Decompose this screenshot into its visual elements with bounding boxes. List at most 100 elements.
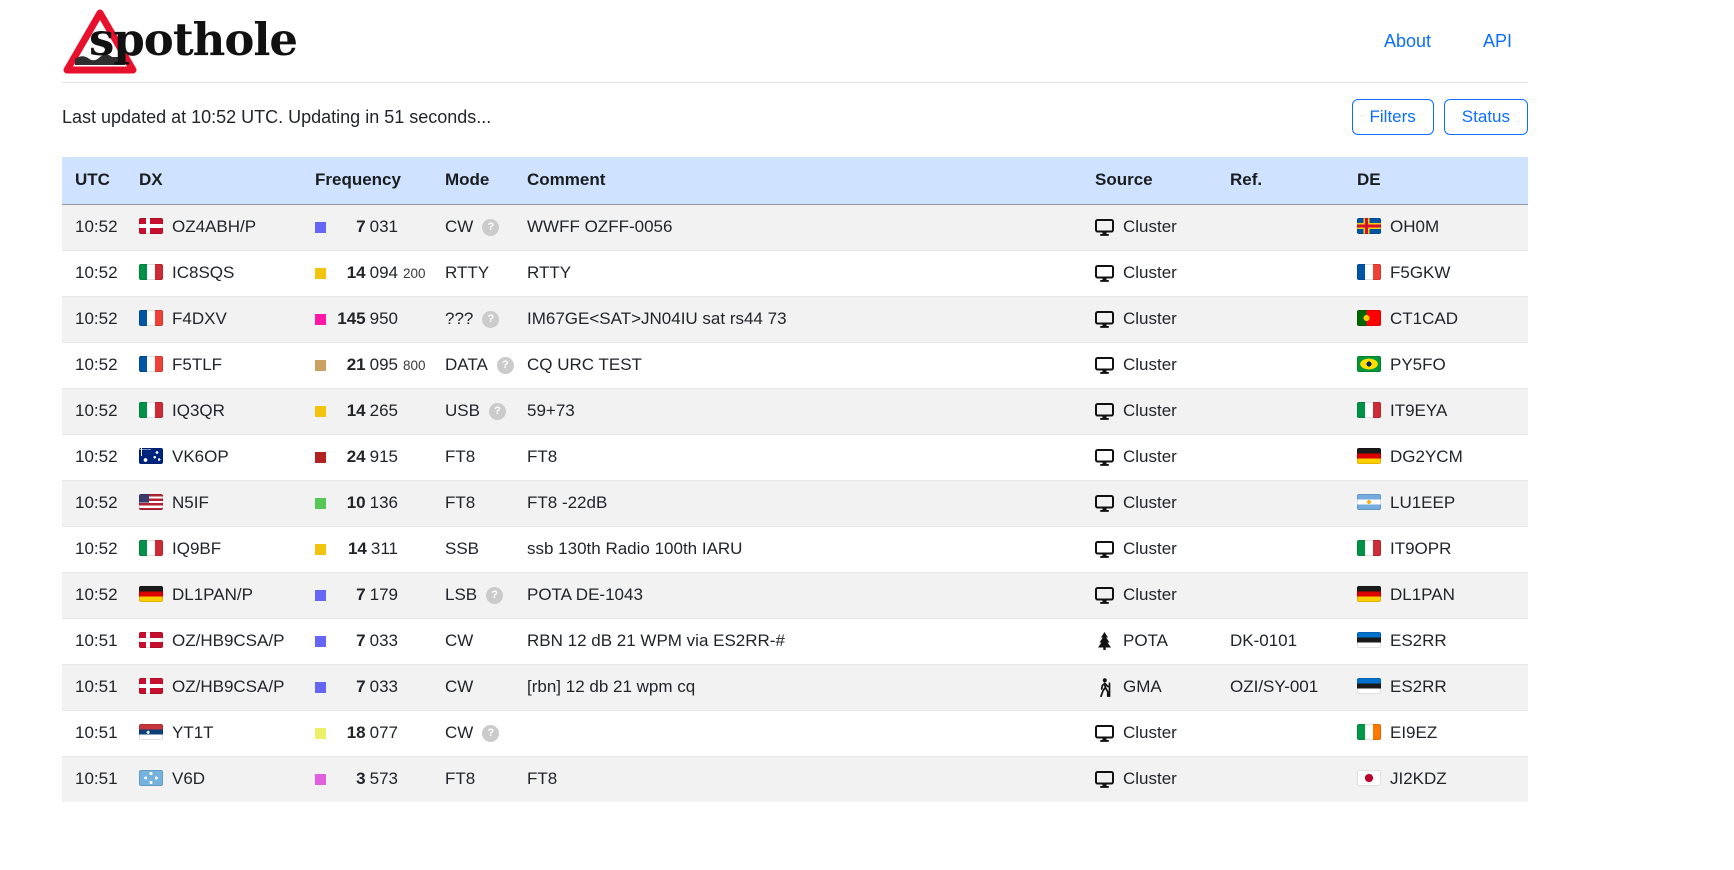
nav-link-api[interactable]: API	[1483, 31, 1512, 52]
de-cell: IT9EYA	[1344, 388, 1528, 434]
comment-cell: RBN 12 dB 21 WPM via ES2RR-#	[514, 618, 1082, 664]
nav-link-about[interactable]: About	[1384, 31, 1431, 52]
frequency-value: 7031	[328, 217, 398, 237]
frequency-value: 18077	[328, 723, 398, 743]
header-source: Source	[1082, 157, 1217, 204]
de-cell: F5GKW	[1344, 250, 1528, 296]
source-label: Cluster	[1123, 217, 1177, 237]
dx-callsign-link[interactable]: N5IF	[172, 493, 209, 512]
comment-cell: POTA DE-1043	[514, 572, 1082, 618]
comment-cell: FT8	[514, 756, 1082, 802]
mode-help-icon[interactable]: ?	[486, 587, 503, 604]
source-cell: Cluster	[1082, 342, 1217, 388]
de-callsign-link[interactable]: JI2KDZ	[1390, 769, 1447, 788]
table-row: 10:52 IQ9BF 14311 SSB ssb 130th Radio 10…	[62, 526, 1528, 572]
fr-flag-icon	[139, 310, 163, 326]
spots-table: UTC DX Frequency Mode Comment Source Ref…	[62, 157, 1528, 802]
filters-button[interactable]: Filters	[1352, 99, 1434, 135]
ref-cell	[1217, 342, 1344, 388]
band-indicator	[315, 498, 326, 509]
spothole-logo[interactable]: spothole	[62, 5, 362, 77]
dx-callsign-link[interactable]: IQ3QR	[172, 401, 225, 420]
dx-callsign-link[interactable]: DL1PAN/P	[172, 585, 253, 604]
de-callsign-link[interactable]: F5GKW	[1390, 263, 1450, 282]
de-cell: ES2RR	[1344, 618, 1528, 664]
mode-help-icon[interactable]: ?	[482, 219, 499, 236]
dx-callsign-link[interactable]: IQ9BF	[172, 539, 221, 558]
dx-callsign-link[interactable]: OZ4ABH/P	[172, 217, 256, 236]
ref-cell	[1217, 388, 1344, 434]
comment-cell: CQ URC TEST	[514, 342, 1082, 388]
de-callsign-link[interactable]: IT9OPR	[1390, 539, 1451, 558]
spot-time: 10:52	[62, 204, 126, 250]
de-callsign-link[interactable]: LU1EEP	[1390, 493, 1455, 512]
monitor-icon	[1095, 541, 1114, 558]
dx-callsign-link[interactable]: YT1T	[172, 723, 214, 742]
dx-callsign-link[interactable]: OZ/HB9CSA/P	[172, 631, 284, 650]
de-callsign-link[interactable]: OH0M	[1390, 217, 1439, 236]
band-indicator	[315, 590, 326, 601]
dx-cell: OZ/HB9CSA/P	[126, 618, 302, 664]
header-divider	[62, 82, 1528, 83]
table-row: 10:51 OZ/HB9CSA/P 7033 CW [rbn] 12 db 21…	[62, 664, 1528, 710]
status-row: Last updated at 10:52 UTC. Updating in 5…	[62, 97, 1528, 137]
mode-cell: FT8	[432, 480, 514, 526]
jp-flag-icon	[1357, 770, 1381, 786]
de-flag-icon	[1357, 448, 1381, 464]
frequency-cell: 18077	[302, 710, 432, 756]
it-flag-icon	[1357, 402, 1381, 418]
de-callsign-link[interactable]: ES2RR	[1390, 631, 1447, 650]
de-callsign-link[interactable]: ES2RR	[1390, 677, 1447, 696]
dx-cell: IQ3QR	[126, 388, 302, 434]
mode-help-icon[interactable]: ?	[482, 311, 499, 328]
frequency-cell: 14265	[302, 388, 432, 434]
mode-help-icon[interactable]: ?	[497, 357, 514, 374]
dx-callsign-link[interactable]: F5TLF	[172, 355, 222, 374]
toolbar: Filters Status	[1352, 99, 1528, 135]
source-cell: Cluster	[1082, 296, 1217, 342]
source-cell: POTA	[1082, 618, 1217, 664]
mode-value: ???	[445, 309, 473, 329]
mode-cell: ??? ?	[432, 296, 514, 342]
spot-time: 10:51	[62, 664, 126, 710]
dx-callsign-link[interactable]: V6D	[172, 769, 205, 788]
table-row: 10:52 IQ3QR 14265 USB ? 59+73 Cluster	[62, 388, 1528, 434]
de-callsign-link[interactable]: DG2YCM	[1390, 447, 1463, 466]
dx-callsign-link[interactable]: F4DXV	[172, 309, 227, 328]
de-callsign-link[interactable]: PY5FO	[1390, 355, 1446, 374]
mode-help-icon[interactable]: ?	[489, 403, 506, 420]
de-callsign-link[interactable]: CT1CAD	[1390, 309, 1458, 328]
comment-cell: WWFF OZFF-0056	[514, 204, 1082, 250]
de-callsign-link[interactable]: IT9EYA	[1390, 401, 1447, 420]
band-indicator	[315, 682, 326, 693]
ref-cell	[1217, 204, 1344, 250]
pt-flag-icon	[1357, 310, 1381, 326]
band-indicator	[315, 222, 326, 233]
main-nav: About API	[1384, 31, 1528, 52]
mode-help-icon[interactable]: ?	[482, 725, 499, 742]
band-indicator	[315, 268, 326, 279]
band-indicator	[315, 774, 326, 785]
dx-cell: YT1T	[126, 710, 302, 756]
source-label: Cluster	[1123, 585, 1177, 605]
source-label: Cluster	[1123, 723, 1177, 743]
table-row: 10:51 YT1T 18077 CW ? Cluster EI	[62, 710, 1528, 756]
band-indicator	[315, 360, 326, 371]
mode-value: CW	[445, 631, 473, 651]
source-cell: Cluster	[1082, 204, 1217, 250]
comment-cell: IM67GE<SAT>JN04IU sat rs44 73	[514, 296, 1082, 342]
de-callsign-link[interactable]: EI9EZ	[1390, 723, 1437, 742]
comment-cell: ssb 130th Radio 100th IARU	[514, 526, 1082, 572]
dk-flag-icon	[139, 218, 163, 234]
status-button[interactable]: Status	[1444, 99, 1528, 135]
de-callsign-link[interactable]: DL1PAN	[1390, 585, 1455, 604]
comment-cell	[514, 710, 1082, 756]
frequency-cell: 14311	[302, 526, 432, 572]
dx-callsign-link[interactable]: IC8SQS	[172, 263, 234, 282]
top-bar: spothole About API	[62, 0, 1528, 82]
dx-callsign-link[interactable]: OZ/HB9CSA/P	[172, 677, 284, 696]
ref-cell	[1217, 296, 1344, 342]
frequency-cell: 7179	[302, 572, 432, 618]
dx-callsign-link[interactable]: VK6OP	[172, 447, 229, 466]
table-row: 10:51 V6D 3573 FT8 FT8 Cluster J	[62, 756, 1528, 802]
